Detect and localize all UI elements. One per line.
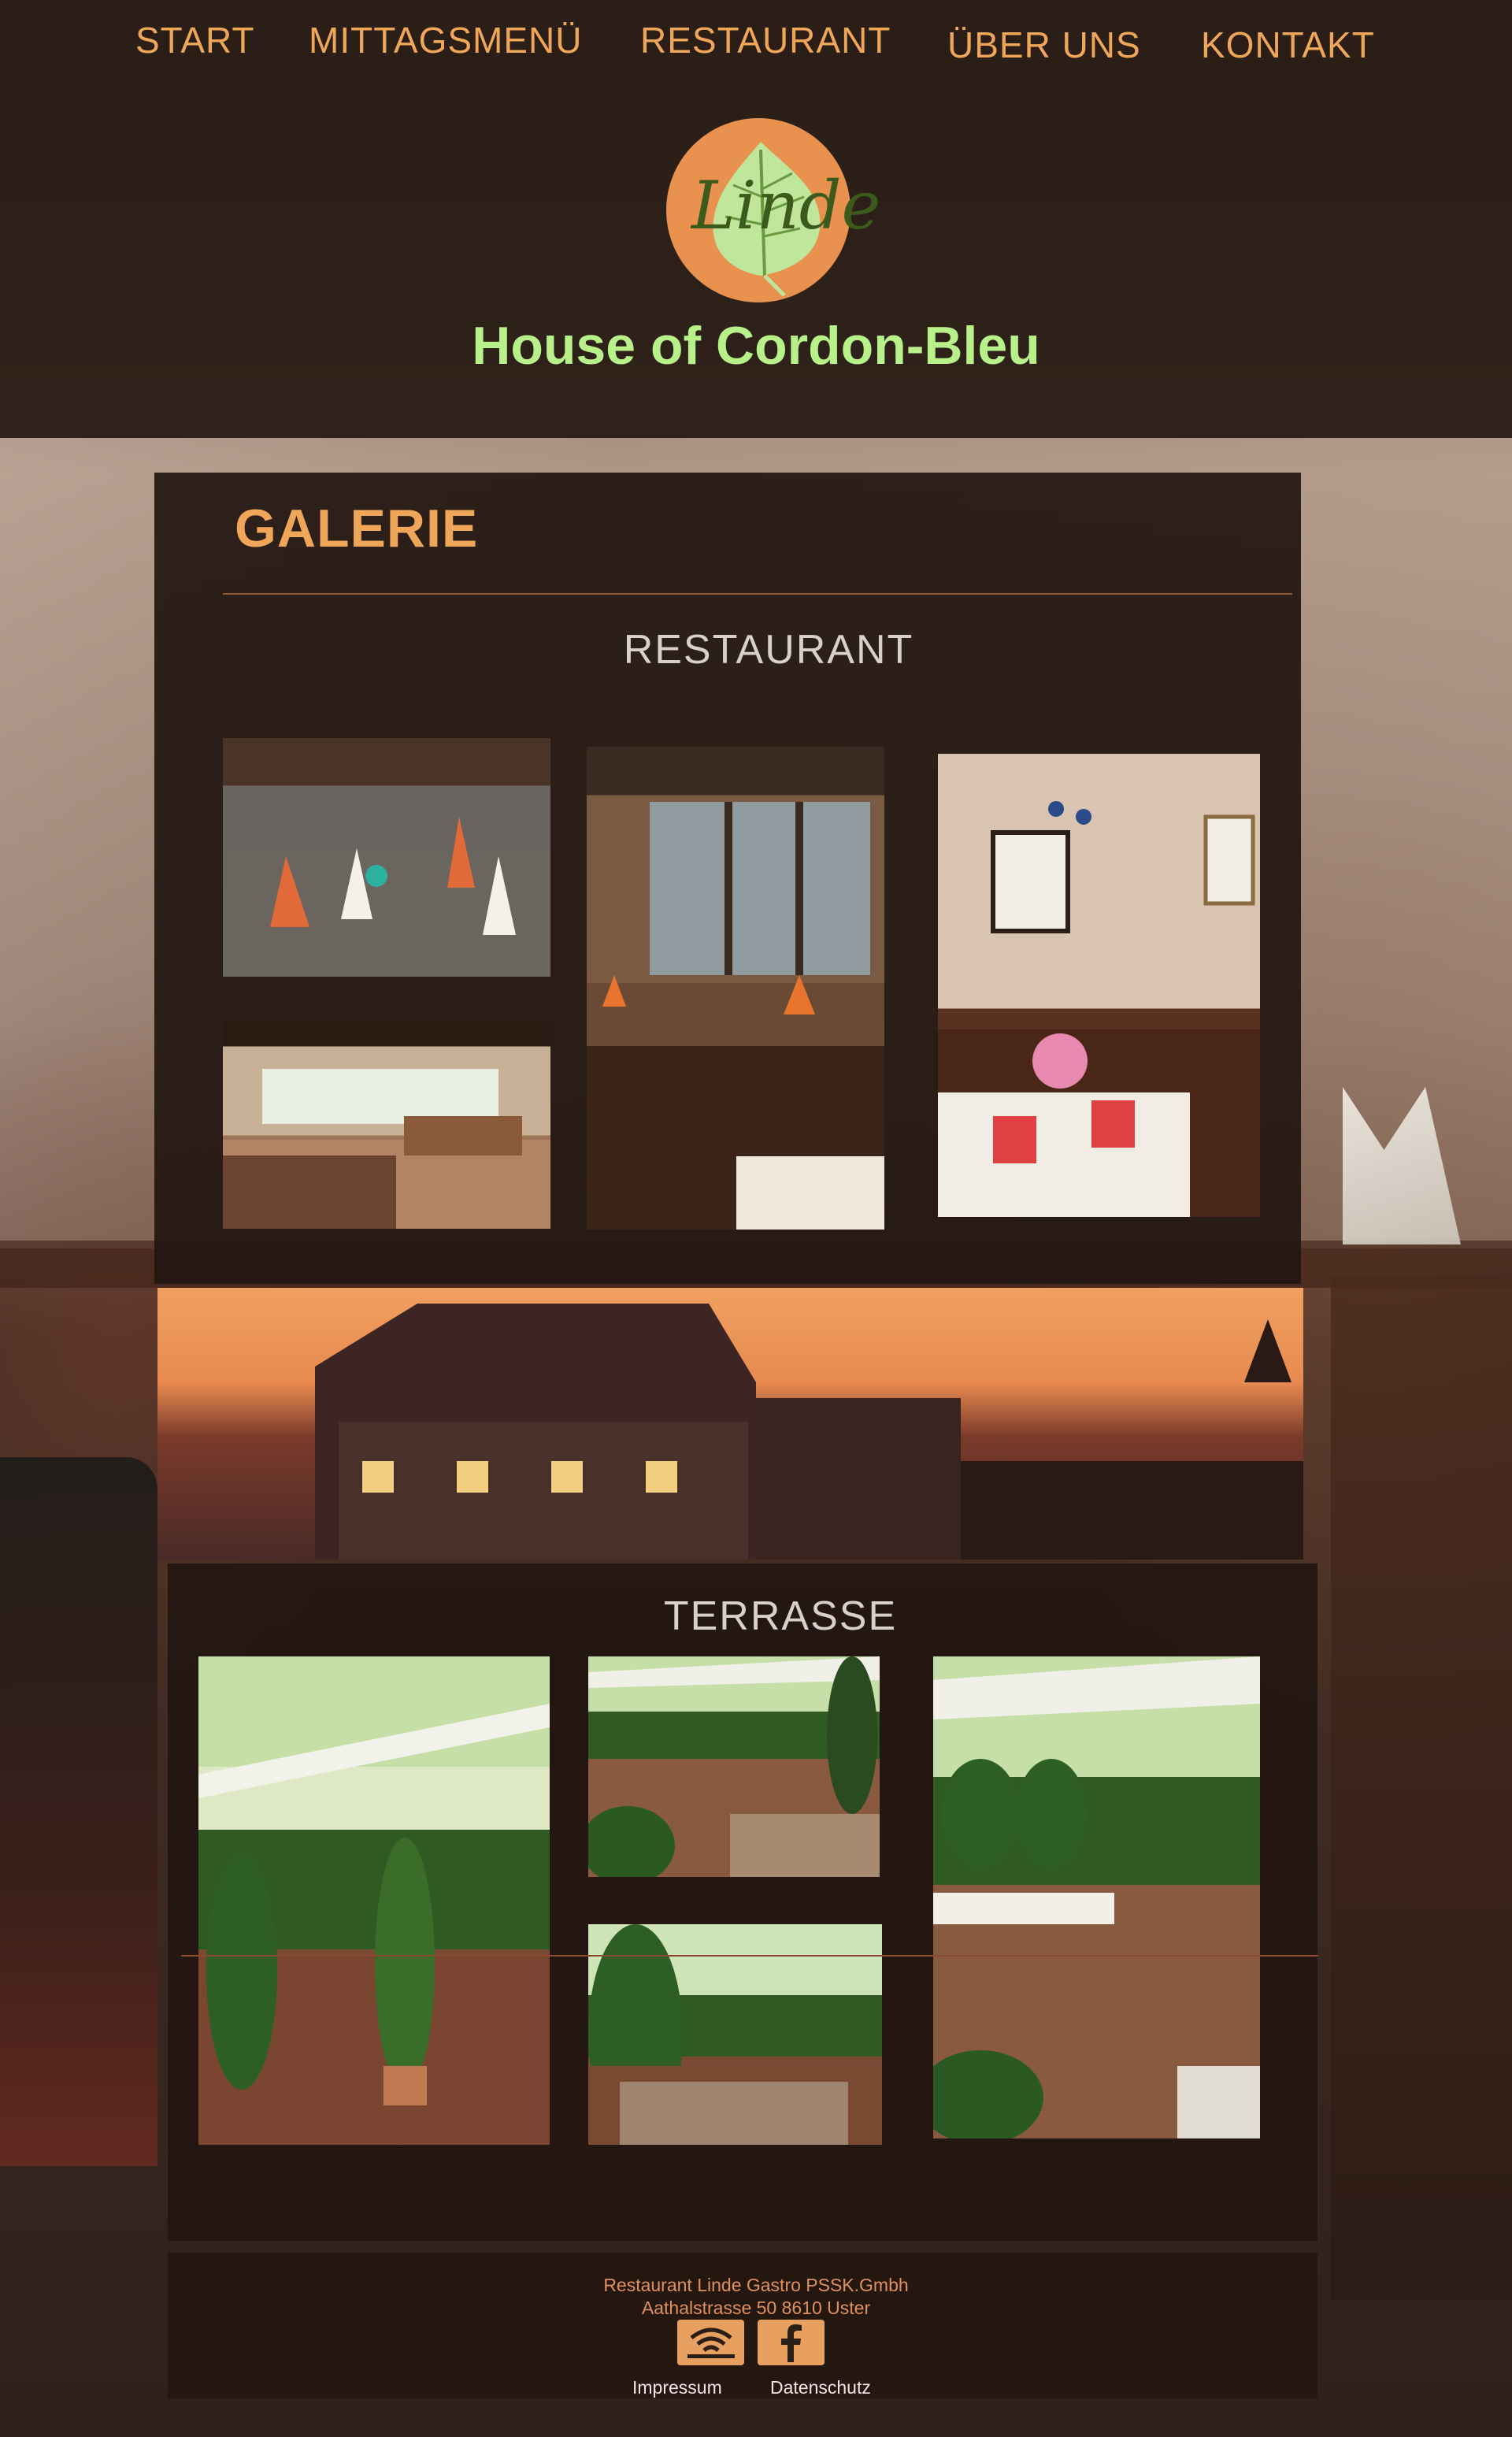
photo-restaurant-windows[interactable] [587, 747, 884, 1230]
tagline: House of Cordon-Bleu [472, 316, 1040, 376]
footer-link-datenschutz[interactable]: Datenschutz [770, 2377, 871, 2398]
photo-building-sunset[interactable] [158, 1288, 1303, 1560]
nav-restaurant[interactable]: RESTAURANT [640, 19, 891, 61]
photo-terrace-4[interactable] [588, 1924, 882, 2145]
photo-windows-art [587, 802, 884, 1230]
nav-kontakt[interactable]: KONTAKT [1201, 24, 1375, 66]
facebook-icon [780, 2324, 802, 2362]
wifi-icon [687, 2328, 735, 2358]
photo-restaurant-tables[interactable] [223, 738, 550, 977]
photo-terrace-1-art [198, 1704, 550, 2145]
photo-restaurant-room[interactable] [938, 754, 1260, 1217]
photo-terrace-2[interactable] [588, 1656, 880, 1877]
nav-mittagsmenu[interactable]: MITTAGSMENÜ [309, 19, 582, 61]
photo-room-art [938, 801, 1260, 1217]
photo-terrace-1[interactable] [198, 1656, 550, 2145]
nav-ueber-uns[interactable]: ÜBER UNS [947, 24, 1141, 66]
footer-address: Aathalstrasse 50 8610 Uster [641, 2298, 871, 2318]
photo-tables-art [223, 738, 550, 977]
background-chair-right [1331, 1276, 1512, 2300]
logo-text: Linde [691, 167, 881, 244]
photo-restaurant-hall[interactable] [223, 1022, 550, 1229]
background-chair-left [0, 1457, 158, 2166]
section-title-restaurant: RESTAURANT [623, 627, 914, 673]
footer-company: Restaurant Linde Gastro PSSK.Gmbh [603, 2275, 909, 2295]
wifi-button[interactable] [677, 2320, 744, 2365]
linde-logo[interactable]: Linde [666, 118, 880, 302]
top-navigation: START MITTAGSMENÜ RESTAURANT ÜBER UNS KO… [0, 0, 1512, 83]
section-title-terrasse: TERRASSE [663, 1593, 898, 1639]
nav-start[interactable]: START [135, 19, 255, 61]
photo-terrace-4-art [588, 1924, 882, 2145]
footer-link-impressum[interactable]: Impressum [632, 2377, 722, 2398]
photo-terrace-3[interactable] [933, 1656, 1260, 2138]
photo-sunset-art [315, 1304, 1303, 1560]
divider [223, 593, 1292, 595]
photo-terrace-3-art [933, 1656, 1260, 2138]
photo-terrace-2-art [588, 1656, 880, 1877]
facebook-button[interactable] [758, 2320, 825, 2365]
page-title: GALERIE [235, 499, 479, 558]
divider-terrace [181, 1955, 1318, 1957]
photo-hall-art [223, 1069, 550, 1229]
